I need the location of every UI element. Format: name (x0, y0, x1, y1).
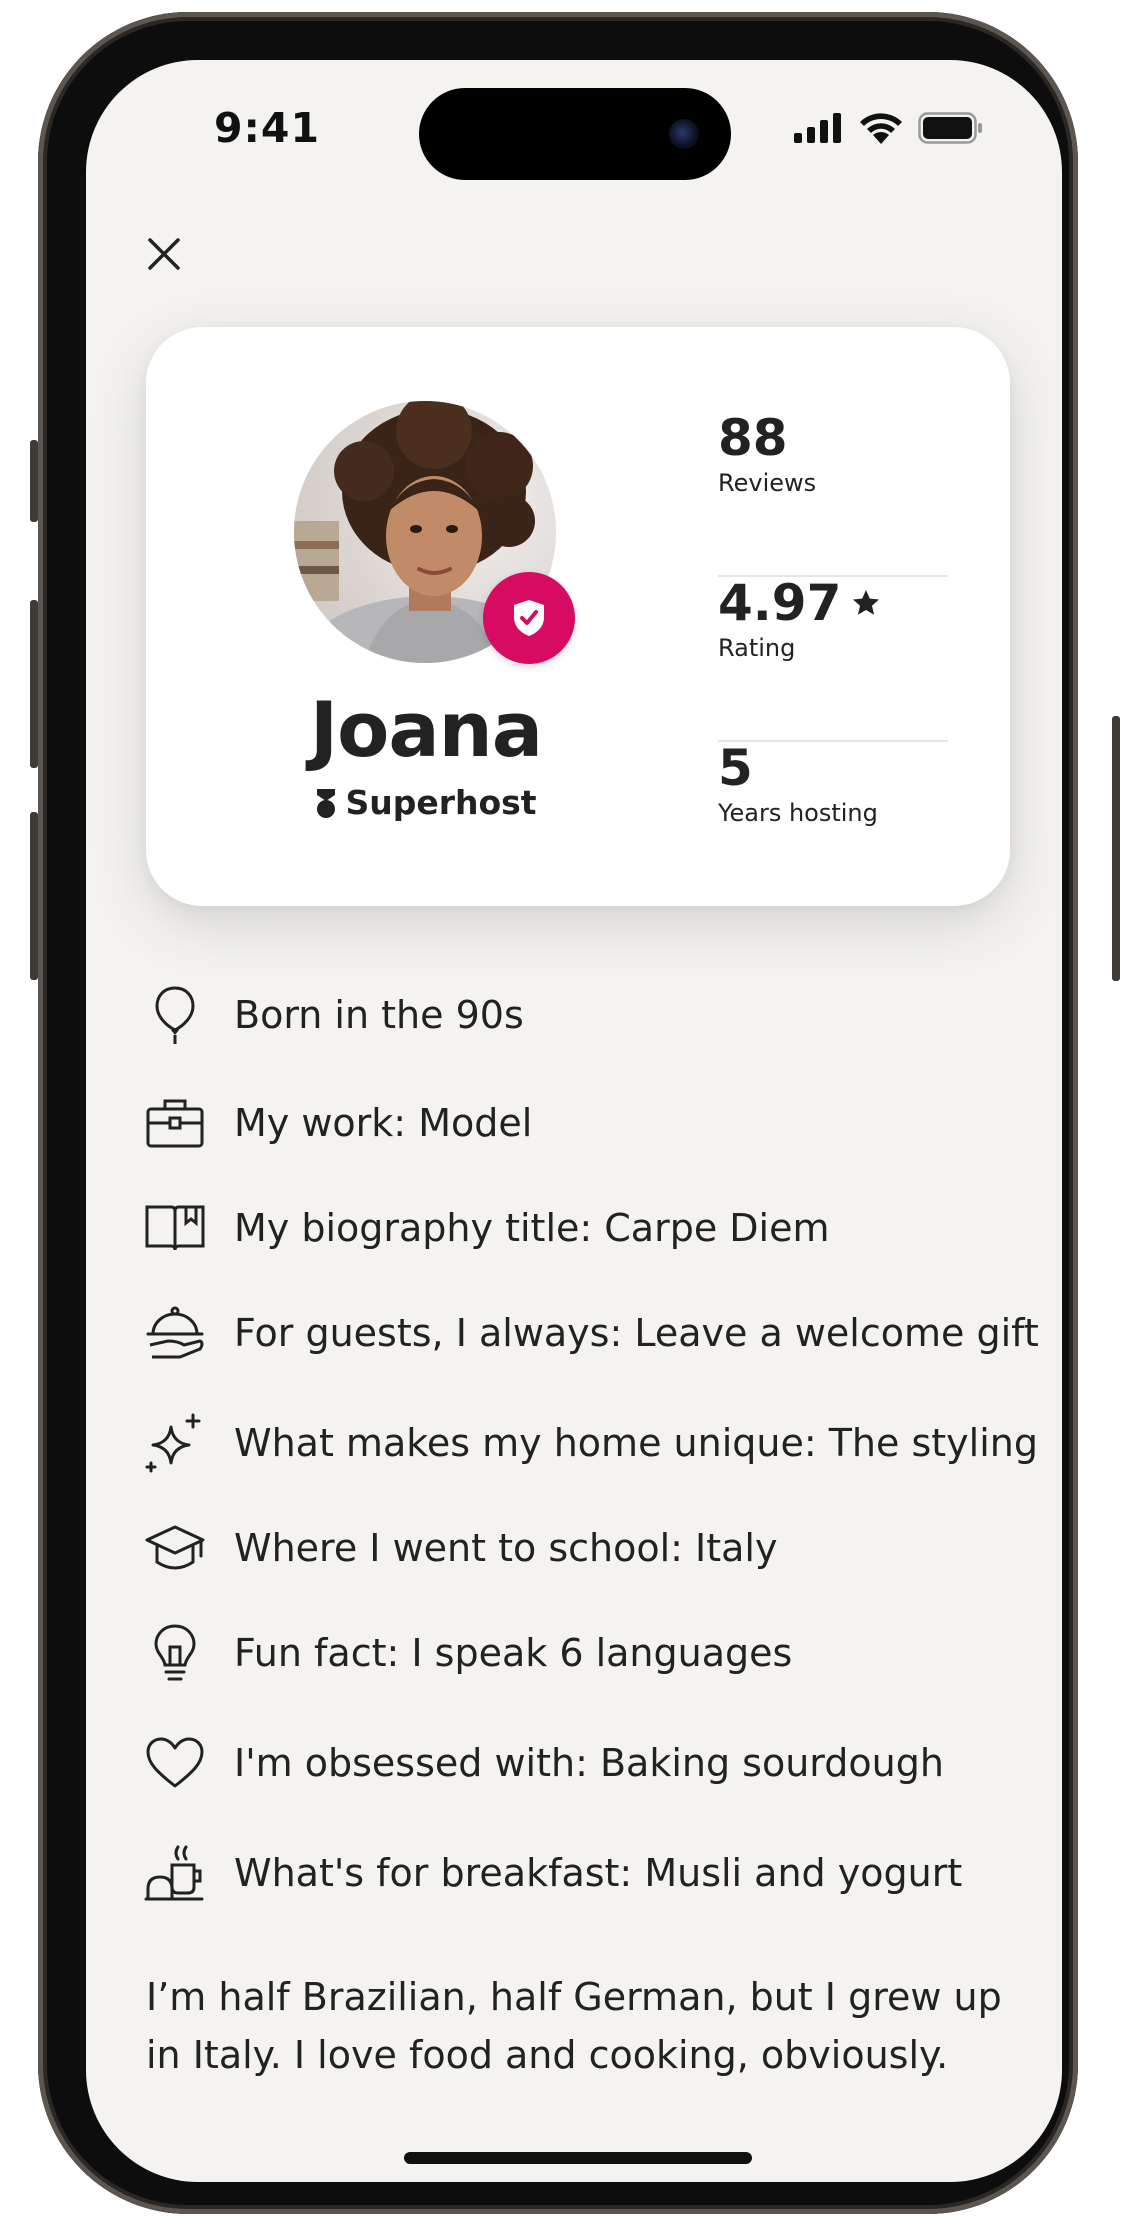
camera-icon (669, 119, 699, 149)
volume-up-button (30, 600, 38, 768)
host-name: Joana (309, 685, 543, 774)
fact-text: What's for breakfast: Musli and yogurt (234, 1851, 963, 1895)
power-button (1112, 716, 1120, 981)
host-bio: I’m half Brazilian, half German, but I g… (146, 1975, 1002, 2077)
superhost-medal-icon (317, 788, 336, 818)
stat-reviews[interactable]: 88 Reviews (718, 409, 948, 574)
stat-value-row: 4.97 (718, 574, 948, 632)
balloon-icon (155, 986, 195, 1044)
graduation-cap-icon (145, 1525, 205, 1570)
fact-home-unique: What makes my home unique: The styling (144, 1412, 1044, 1474)
breakfast-icon (144, 1845, 204, 1901)
stat-label: Rating (718, 634, 796, 662)
host-stats: 88 Reviews 4.97 Rating 5 Years hosting (718, 409, 948, 904)
stat-value: 5 (718, 739, 753, 797)
lightbulb-icon (154, 1624, 196, 1681)
fact-text: Fun fact: I speak 6 languages (234, 1631, 793, 1675)
fact-text: What makes my home unique: The styling (234, 1421, 1038, 1465)
fact-birth-decade: Born in the 90s (144, 984, 1044, 1046)
close-icon (148, 238, 180, 270)
screen: 9:41 Joana Superhost 88 Reviews 4.97 Rat… (86, 60, 1062, 2182)
stat-value: 4.97 (718, 574, 842, 632)
superhost-label: Superhost (206, 783, 646, 822)
battery-icon (918, 112, 982, 144)
stat-divider (718, 575, 948, 577)
stat-value: 88 (718, 409, 788, 467)
sparkles-icon (145, 1413, 201, 1473)
fact-guests: For guests, I always: Leave a welcome gi… (144, 1302, 1044, 1364)
fact-text: Where I went to school: Italy (234, 1526, 778, 1570)
fact-biography: My biography title: Carpe Diem (144, 1197, 1044, 1259)
close-button[interactable] (140, 230, 188, 278)
star-icon (853, 590, 880, 615)
verified-badge (483, 572, 575, 664)
wifi-icon (860, 113, 902, 144)
cloche-icon (146, 1306, 204, 1359)
fact-school: Where I went to school: Italy (144, 1517, 1044, 1579)
stat-divider (718, 740, 948, 742)
stat-rating[interactable]: 4.97 Rating (718, 574, 948, 739)
shield-check-icon (514, 600, 544, 636)
fact-fun-fact: Fun fact: I speak 6 languages (144, 1622, 1044, 1684)
status-time: 9:41 (214, 104, 320, 152)
stat-years-hosting[interactable]: 5 Years hosting (718, 739, 948, 904)
status-icons (794, 112, 984, 144)
briefcase-icon (146, 1099, 204, 1148)
superhost-text: Superhost (345, 783, 537, 822)
fact-breakfast: What's for breakfast: Musli and yogurt (144, 1842, 1044, 1904)
stat-label: Reviews (718, 469, 817, 497)
dynamic-island (419, 88, 731, 180)
home-indicator[interactable] (404, 2152, 752, 2164)
fact-text: My work: Model (234, 1101, 533, 1145)
fact-text: I'm obsessed with: Baking sourdough (234, 1741, 944, 1785)
fact-text: For guests, I always: Leave a welcome gi… (234, 1311, 1039, 1355)
volume-down-button (30, 812, 38, 980)
fact-text: Born in the 90s (234, 993, 524, 1037)
fact-obsessed: I'm obsessed with: Baking sourdough (144, 1732, 1044, 1794)
fact-work: My work: Model (144, 1092, 1044, 1154)
cellular-signal-icon (794, 113, 841, 143)
fact-text: My biography title: Carpe Diem (234, 1206, 830, 1250)
action-button (30, 440, 38, 522)
book-icon (145, 1205, 205, 1251)
stat-label: Years hosting (718, 799, 878, 827)
host-profile-card: Joana Superhost 88 Reviews 4.97 Rating 5… (146, 327, 1010, 906)
heart-icon (146, 1737, 204, 1788)
